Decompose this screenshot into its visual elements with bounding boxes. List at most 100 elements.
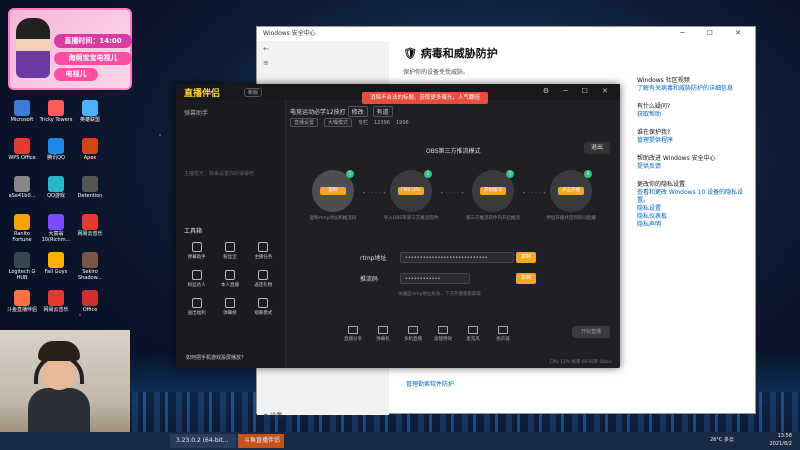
bottom-tool-label: 直播分享 [344, 337, 362, 342]
tool-label: 送出福利 [187, 311, 206, 316]
exit-obs-button[interactable]: 退出 [584, 142, 610, 154]
toolbox-item[interactable]: 返还礼物 [247, 270, 280, 288]
copy-key-button[interactable]: 复制 [516, 273, 536, 284]
weather[interactable]: 26°C 多云 [710, 436, 734, 444]
toolbox-item[interactable]: 本人直播 [213, 270, 246, 288]
desktop-icon[interactable]: 大富翁10(Richm... [38, 214, 74, 243]
desktop-icon[interactable]: Office [72, 290, 108, 313]
menu-icon[interactable]: ≡ [263, 59, 269, 67]
back-arrow-icon[interactable]: ← [263, 45, 269, 53]
bottom-toolbar: 开始直播 直播分享 弹幕机 多机直播 滤镜特效 麦克风 扬声器 [286, 322, 620, 344]
tool-icon [224, 242, 235, 252]
desktop-icon-label: Apex [83, 155, 97, 161]
right-panel-link[interactable]: 隐私仪表板 [637, 213, 753, 221]
toolbox-item[interactable]: 粉丝达人 [180, 270, 213, 288]
ransomware-link[interactable]: 管理勒索软件防护 [406, 379, 454, 388]
copy-rtmp-button[interactable]: 复制 [516, 252, 536, 263]
bottom-tool[interactable]: 弹幕机 [370, 326, 396, 342]
desktop-icon[interactable]: Sekiro Shadow... [72, 252, 108, 281]
right-panel-link[interactable]: 获取帮助 [637, 111, 753, 119]
desktop-icon[interactable]: 网易云音乐 [72, 214, 108, 237]
app-icon [48, 138, 64, 154]
desktop-icon[interactable]: 英雄联盟 [72, 100, 108, 123]
clock-date[interactable]: 2021/8/2 [770, 440, 792, 448]
start-live-button[interactable]: 开始直播 [572, 326, 610, 338]
ask-banner[interactable]: 如何把手机游戏投屏播放? [180, 352, 282, 364]
desktop-icon[interactable]: Detention [72, 176, 108, 199]
bottom-tool[interactable]: 麦克风 [460, 326, 486, 342]
app-icon [82, 138, 98, 154]
tool-icon [191, 242, 202, 252]
app-icon [48, 290, 64, 306]
desktop-icon[interactable]: Ranito Fortune [4, 214, 40, 243]
desktop-icon-label: Office [82, 307, 98, 313]
toolbox-item[interactable]: 观看模式 [247, 298, 280, 316]
desktop-icon[interactable]: Microsoft [4, 100, 40, 123]
toolbox-item[interactable]: 主播任务 [247, 242, 280, 260]
right-panel-link[interactable]: 查看和更改 Windows 10 设备的隐私设置。 [637, 189, 753, 205]
bottom-tool[interactable]: 直播分享 [340, 326, 366, 342]
edit-title-button[interactable]: 修改 [347, 106, 368, 117]
stream-key-field[interactable]: •••••••••••• [400, 273, 470, 284]
desktop-icon[interactable]: 腾讯QQ [38, 138, 74, 161]
right-panel-link[interactable]: 了解有关病毒和威胁防护的详细信息 [637, 85, 753, 93]
right-panel-link[interactable]: 隐私声明 [637, 221, 753, 229]
bottom-tool-icon [498, 326, 508, 334]
toolbox-title: 工具箱 [184, 228, 203, 235]
right-panel-link[interactable]: 隐私设置 [637, 205, 753, 213]
app-icon [82, 252, 98, 268]
toolbox-item[interactable]: 送出福利 [180, 298, 213, 316]
room-meta-item[interactable]: 直播设置 [290, 118, 319, 127]
desktop-icon[interactable]: WPS Office [4, 138, 40, 161]
bottom-tool-icon [408, 326, 418, 334]
desktop-icon-label: Sekiro Shadow... [77, 269, 103, 281]
app-window-controls[interactable]: ⚙ ─ ☐ ✕ [543, 87, 614, 95]
window-controls[interactable]: ─ ☐ ✕ [680, 29, 751, 37]
step-button[interactable]: 点击开播 [558, 187, 584, 195]
step-button[interactable]: 开始推流 [480, 187, 506, 195]
tool-label: 粉丝达人 [187, 283, 206, 288]
page-title: 🛡 病毒和威胁防护 [403, 45, 498, 61]
step-button[interactable]: 复制 [320, 187, 346, 195]
tool-label: 主播任务 [254, 255, 273, 260]
bottom-tool-icon [348, 326, 358, 334]
toolbox-item[interactable]: 弹幕助手 [180, 242, 213, 260]
clock-time[interactable]: 13:58 [770, 432, 792, 440]
right-panel-link[interactable]: 提供反馈 [637, 163, 753, 171]
app-icon [48, 100, 64, 116]
bottom-tool[interactable]: 多机直播 [400, 326, 426, 342]
desktop-icon[interactable]: Fall Guys [38, 252, 74, 275]
step-description: 复制rtmp地址和推流码 [309, 216, 357, 221]
overlay-tag-1: 海绵宝宝电视儿 [54, 52, 132, 65]
app-icon [14, 176, 30, 192]
step-button[interactable]: FMS URL [398, 187, 424, 195]
live-streaming-app: 直播伴侣 新版 ⚙ ─ ☐ ✕ 消除不合法的标题、获取更多曝光，人气翻倍 弹幕助… [176, 84, 620, 368]
desktop-icon[interactable]: Apex [72, 138, 108, 161]
rtmp-field[interactable]: •••••••••••••••••••••••••••• [400, 252, 514, 263]
security-main: 🛡 病毒和威胁防护 保护你的设备免受威胁。 [403, 45, 498, 76]
category-tag[interactable]: 有道 [372, 106, 393, 117]
room-meta-item[interactable]: 大嗓模式 [324, 118, 353, 127]
toolbox-item[interactable]: 粉丝宝 [213, 242, 246, 260]
promo-banner[interactable]: 消除不合法的标题、获取更多曝光，人气翻倍 [362, 92, 488, 104]
desktop-icon[interactable]: Tricky Towers [38, 100, 74, 123]
tool-label: 粉丝宝 [223, 255, 237, 260]
desktop-icon[interactable]: QQ游戏 [38, 176, 74, 199]
desktop-icon[interactable]: 斗鱼直播伴侣 [4, 290, 40, 313]
desktop-icon[interactable]: 网易云音乐 [38, 290, 74, 313]
bottom-tool[interactable]: 扬声器 [490, 326, 516, 342]
tool-label: 本人直播 [220, 283, 239, 288]
settings-link[interactable]: ⚙ 设置 [263, 411, 282, 420]
right-panel-heading: 有什么疑问? [637, 103, 671, 110]
toolbox-item[interactable]: 弹幕姬 [213, 298, 246, 316]
desktop-icon[interactable]: Logitech G HUB [4, 252, 40, 281]
taskbar-item-1[interactable]: 3.23.0.2 (64-bit... [170, 434, 236, 448]
stream-key-label: 推流码 [360, 276, 379, 283]
overlay-tag-2: 电视儿 [54, 68, 98, 81]
right-panel-link[interactable]: 管理提供程序 [637, 137, 753, 145]
desktop-icon-label: Fall Guys [44, 269, 68, 275]
taskbar-item-2[interactable]: 斗鱼直播伴侣 [238, 434, 284, 448]
security-right-panel: Windows 社区视频 了解有关病毒和威胁防护的详细信息 有什么疑问? 获取帮助 谁在… [637, 67, 753, 229]
bottom-tool[interactable]: 滤镜特效 [430, 326, 456, 342]
desktop-icon[interactable]: aSe41b0... [4, 176, 40, 199]
